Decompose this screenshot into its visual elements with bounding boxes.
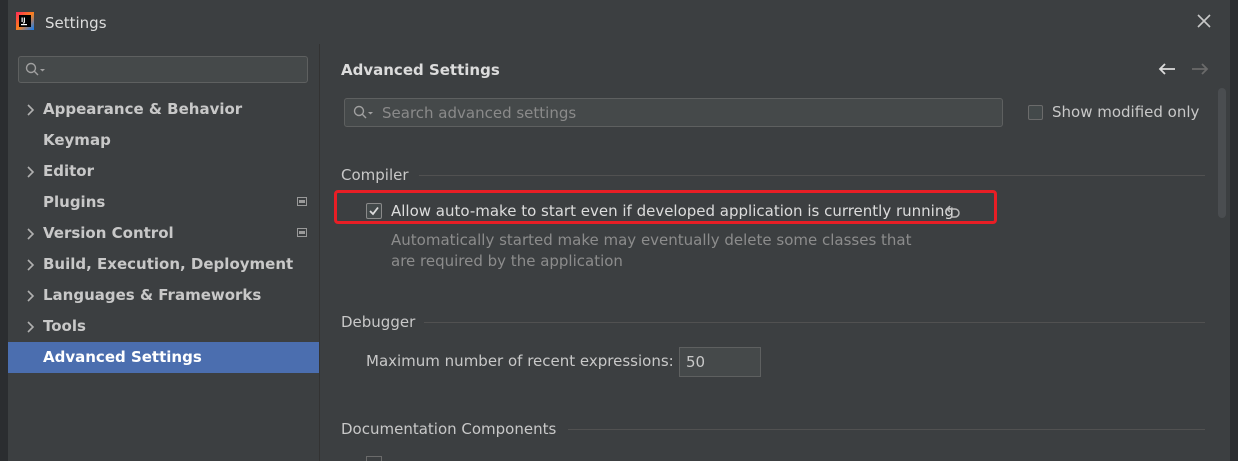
sidebar-item-label: Languages & Frameworks [43,286,262,304]
sidebar-item-label: Version Control [43,224,174,242]
sidebar-item-label: Tools [43,317,86,335]
sidebar-item-label: Appearance & Behavior [43,100,243,118]
section-documentation: Documentation Components [341,420,557,438]
section-divider [424,322,1205,323]
window-title: Settings [45,14,107,32]
sidebar-item[interactable]: Languages & Frameworks [8,280,319,311]
background-window-left [0,0,8,461]
check-icon [369,206,379,216]
section-divider [568,429,1205,430]
recent-expressions-input[interactable]: 50 [679,347,761,377]
project-level-icon [297,197,307,206]
forward-arrow-icon[interactable] [1190,61,1210,77]
sidebar-item-label: Advanced Settings [43,348,202,366]
show-modified-label: Show modified only [1052,103,1200,121]
advanced-settings-panel: Advanced Settings Show modified only Com… [320,44,1230,461]
section-compiler: Compiler [341,166,409,184]
svg-text:IJ: IJ [21,17,25,24]
search-icon [353,105,373,119]
chevron-right-icon[interactable] [26,104,36,116]
sidebar-item[interactable]: Editor [8,156,319,187]
vertical-scrollbar[interactable] [1218,88,1226,218]
recent-expressions-label: Maximum number of recent expressions: [366,352,674,370]
background-window-right [1230,0,1238,461]
page-title: Advanced Settings [341,61,500,79]
back-arrow-icon[interactable] [1157,61,1177,77]
sidebar-item[interactable]: Keymap [8,125,319,156]
chevron-right-icon[interactable] [26,259,36,271]
sidebar-item[interactable]: Advanced Settings [8,342,319,373]
settings-dialog: IJ Settings Appearance & Behavior Keymap E… [8,0,1230,461]
sidebar-search-input[interactable] [18,56,308,83]
sidebar-item[interactable]: Appearance & Behavior [8,94,319,125]
section-debugger: Debugger [341,313,416,331]
section-divider [419,175,1205,176]
advanced-settings-search [344,98,1003,127]
chevron-right-icon[interactable] [26,166,36,178]
sidebar-item-label: Editor [43,162,94,180]
sidebar-item-label: Build, Execution, Deployment [43,255,294,273]
sidebar-item[interactable]: Tools [8,311,319,342]
sidebar-item-label: Plugins [43,193,106,211]
auto-make-description-1: Automatically started make may eventuall… [391,231,912,249]
partial-checkbox[interactable] [366,456,382,461]
show-modified-checkbox[interactable] [1028,105,1043,120]
auto-make-description-2: are required by the application [391,252,623,270]
search-icon [25,62,45,76]
title-bar: IJ Settings [8,0,1230,45]
chevron-right-icon[interactable] [26,321,36,333]
auto-make-label: Allow auto-make to start even if develop… [391,202,954,220]
close-icon[interactable] [1196,13,1212,29]
settings-sidebar: Appearance & Behavior Keymap Editor Plugins… [8,44,320,461]
settings-nav-tree: Appearance & Behavior Keymap Editor Plugins… [8,94,319,373]
sidebar-item[interactable]: Plugins [8,187,319,218]
search-input[interactable] [382,99,982,126]
chevron-right-icon[interactable] [26,228,36,240]
reset-default-icon[interactable] [944,202,962,220]
sidebar-item[interactable]: Build, Execution, Deployment [8,249,319,280]
project-level-icon [297,228,307,237]
sidebar-item[interactable]: Version Control [8,218,319,249]
auto-make-checkbox[interactable] [366,203,382,219]
intellij-logo-icon: IJ [16,12,34,30]
chevron-right-icon[interactable] [26,290,36,302]
sidebar-item-label: Keymap [43,131,111,149]
